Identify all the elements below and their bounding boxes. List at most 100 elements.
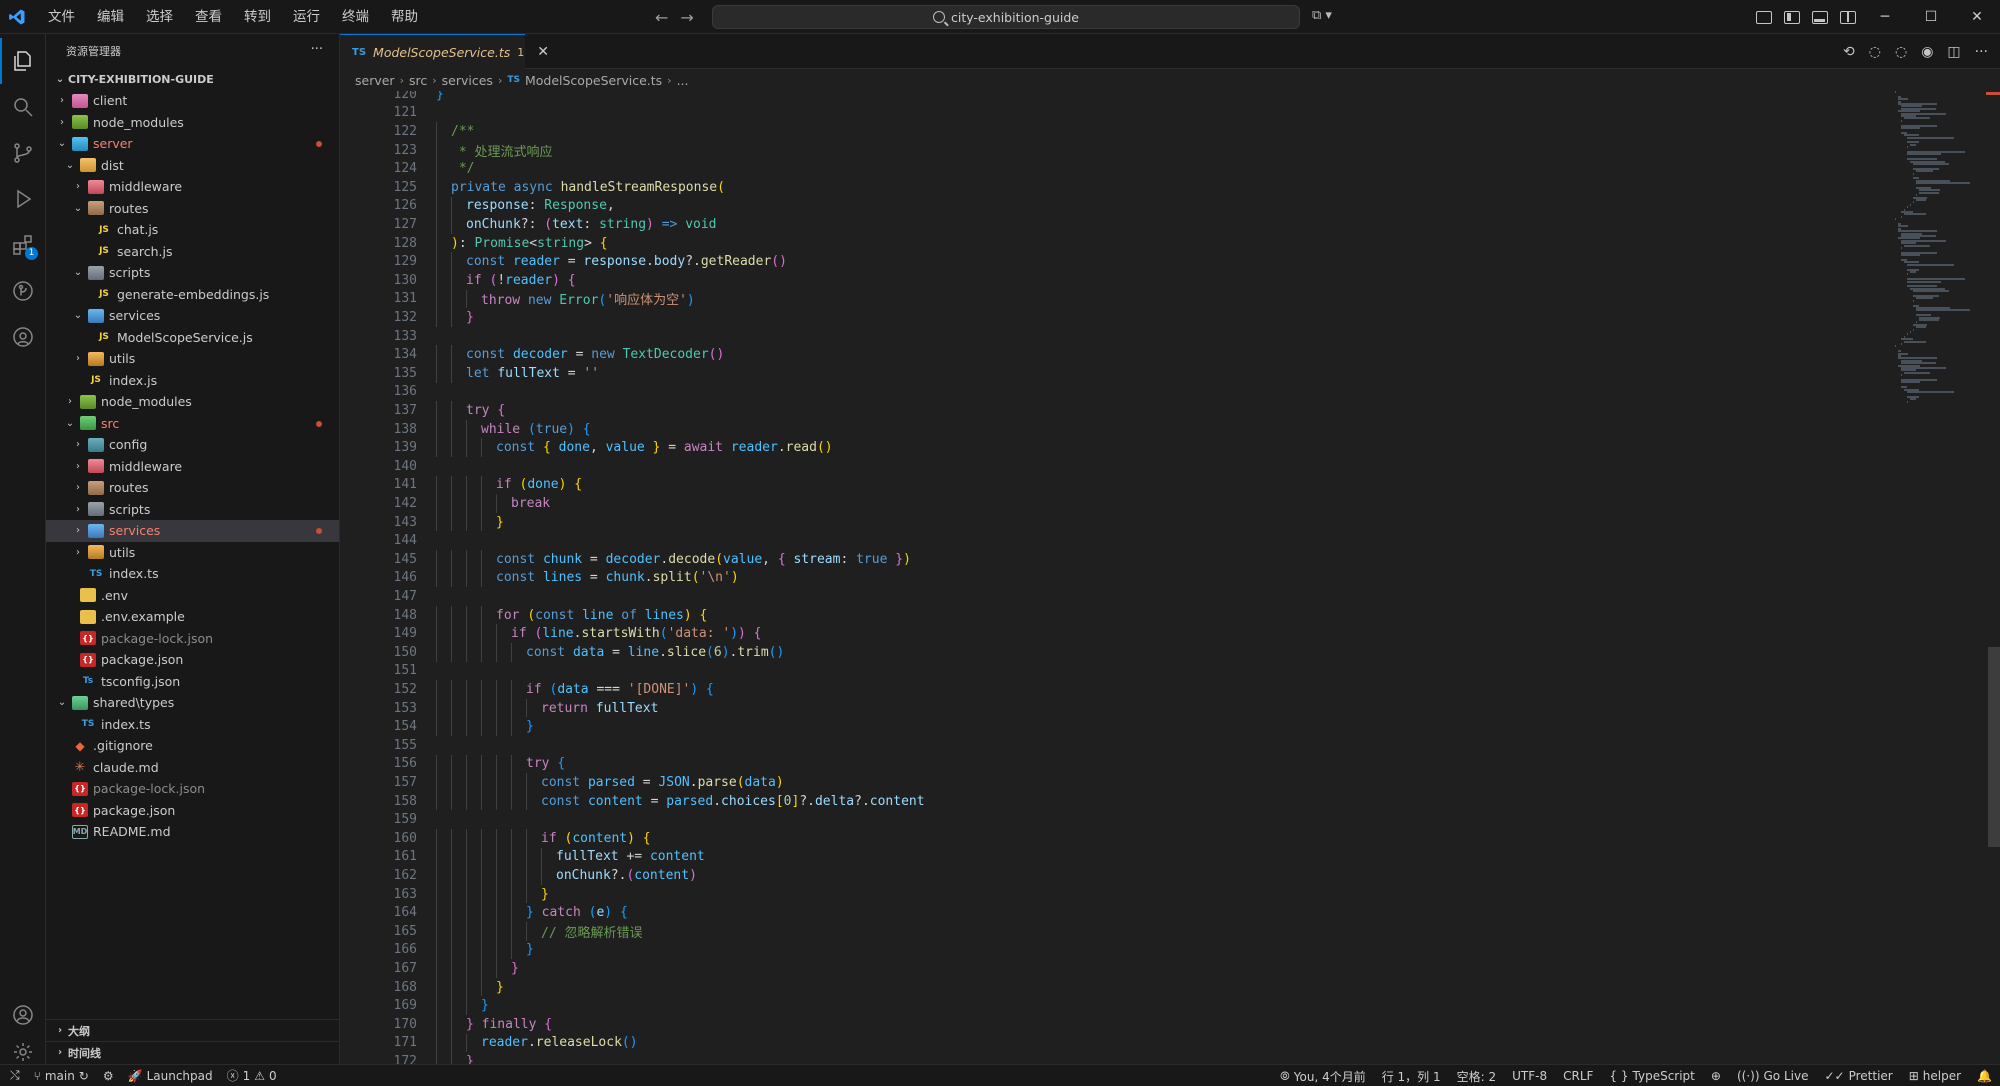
explorer-icon[interactable]: [0, 38, 46, 84]
code-line[interactable]: 127 onChunk?: (text: string) => void: [340, 215, 717, 234]
tree-folder[interactable]: ⌄ routes: [46, 198, 339, 220]
breadcrumb-item[interactable]: server: [355, 73, 395, 88]
toggle-primary-sidebar-icon[interactable]: [1784, 10, 1800, 24]
forward-arrow-icon[interactable]: →: [680, 8, 693, 27]
maximize-icon[interactable]: ☐: [1908, 0, 1954, 34]
minimize-icon[interactable]: ─: [1862, 0, 1908, 34]
tree-file[interactable]: .env: [46, 585, 339, 607]
code-line[interactable]: 169}: [340, 996, 489, 1015]
code-line[interactable]: 128): Promise<string> {: [340, 233, 608, 253]
language-mode[interactable]: { } TypeScript: [1609, 1069, 1694, 1083]
code-line[interactable]: 144: [340, 531, 417, 550]
tree-file[interactable]: JS search.js: [46, 241, 339, 263]
code-line[interactable]: 120}: [340, 91, 444, 104]
launchpad-item[interactable]: 🚀 Launchpad: [128, 1069, 213, 1083]
menu-item[interactable]: 转到: [234, 0, 281, 34]
code-line[interactable]: 162 onChunk?.(content): [340, 866, 697, 885]
tree-folder[interactable]: › node_modules: [46, 391, 339, 413]
tree-folder[interactable]: › middleware: [46, 456, 339, 478]
menu-item[interactable]: 编辑: [87, 0, 134, 34]
tree-file[interactable]: MD README.md: [46, 821, 339, 843]
code-line[interactable]: 166}: [340, 940, 534, 960]
tree-folder[interactable]: › utils: [46, 542, 339, 564]
remote-indicator-icon[interactable]: ⤭: [10, 1068, 20, 1083]
code-line[interactable]: 167}: [340, 959, 519, 978]
tree-folder[interactable]: ⌄ dist: [46, 155, 339, 177]
code-line[interactable]: 157 const parsed = JSON.parse(data): [340, 773, 784, 792]
breadcrumb-file[interactable]: ModelScopeService.ts: [525, 73, 662, 88]
close-window-icon[interactable]: ✕: [1954, 0, 2000, 34]
cursor-position[interactable]: 行 1，列 1: [1382, 1068, 1441, 1085]
gitlens-graph-icon[interactable]: ⚙: [103, 1069, 114, 1083]
code-line[interactable]: 172}: [340, 1052, 474, 1064]
tree-folder[interactable]: › node_modules: [46, 112, 339, 134]
code-line[interactable]: 165 // 忽略解析错误: [340, 922, 642, 941]
notifications-bell-icon[interactable]: 🔔: [1977, 1069, 1992, 1083]
encoding[interactable]: UTF-8: [1512, 1069, 1547, 1083]
code-line[interactable]: 146 const lines = chunk.split('\n'): [340, 568, 739, 588]
go-live-item[interactable]: ((·)) Go Live: [1737, 1069, 1809, 1083]
run-debug-icon[interactable]: [0, 176, 46, 222]
code-line[interactable]: 161 fullText += content: [340, 847, 705, 867]
code-line[interactable]: 137 try {: [340, 401, 505, 420]
accounts-icon[interactable]: [0, 992, 46, 1038]
tree-file[interactable]: TS index.ts: [46, 714, 339, 736]
code-line[interactable]: 156 try {: [340, 754, 565, 774]
tree-file[interactable]: JS ModelScopeService.js: [46, 327, 339, 349]
code-line[interactable]: 123 * 处理流式响应: [340, 140, 552, 160]
problems-indicator[interactable]: ⓧ 1 ⚠ 0: [227, 1067, 277, 1084]
end-of-line[interactable]: CRLF: [1563, 1069, 1593, 1083]
tree-file[interactable]: JS index.js: [46, 370, 339, 392]
tree-file[interactable]: Ts tsconfig.json: [46, 671, 339, 693]
tree-folder[interactable]: › services: [46, 520, 339, 542]
tree-folder[interactable]: › routes: [46, 477, 339, 499]
workspace-root[interactable]: ⌄ CITY-EXHIBITION-GUIDE: [46, 68, 339, 90]
tab-modelscopeservice[interactable]: TS ModelScopeService.ts 1 ✕: [340, 34, 549, 69]
tree-folder[interactable]: ⌄ server: [46, 133, 339, 155]
code-line[interactable]: 145 const chunk = decoder.decode(value, {…: [340, 550, 911, 569]
source-control-icon[interactable]: [0, 130, 46, 176]
breadcrumb-item[interactable]: services: [442, 73, 493, 88]
tree-folder[interactable]: ⌄ services: [46, 305, 339, 327]
code-line[interactable]: 151: [340, 662, 417, 681]
code-line[interactable]: 164} catch (e) {: [340, 903, 628, 922]
split-editor-icon[interactable]: ◫: [1947, 44, 1960, 60]
code-line[interactable]: 171 reader.releaseLock(): [340, 1033, 638, 1053]
tree-file[interactable]: {} package.json: [46, 800, 339, 822]
code-line[interactable]: 126 response: Response,: [340, 196, 615, 216]
code-line[interactable]: 136: [340, 383, 417, 402]
code-line[interactable]: 140: [340, 457, 417, 476]
code-line[interactable]: 138 while (true) {: [340, 419, 591, 439]
command-center-search[interactable]: city-exhibition-guide: [712, 5, 1300, 29]
manage-gear-icon[interactable]: [0, 1040, 46, 1064]
menu-item[interactable]: 帮助: [381, 0, 428, 34]
timeline-section[interactable]: › 时间线: [46, 1041, 340, 1063]
code-line[interactable]: 132}: [340, 308, 474, 327]
tree-folder[interactable]: › utils: [46, 348, 339, 370]
breadcrumb-item[interactable]: src: [409, 73, 427, 88]
code-line[interactable]: 160 if (content) {: [340, 829, 651, 848]
code-line[interactable]: 147: [340, 587, 417, 606]
tree-folder[interactable]: › client: [46, 90, 339, 112]
minimap[interactable]: [1893, 91, 1989, 411]
tree-file[interactable]: JS chat.js: [46, 219, 339, 241]
code-line[interactable]: 153 return fullText: [340, 698, 658, 718]
customize-layout-icon[interactable]: [1756, 10, 1772, 24]
menu-item[interactable]: 文件: [38, 0, 85, 34]
code-line[interactable]: 143}: [340, 512, 504, 532]
menu-item[interactable]: 选择: [136, 0, 183, 34]
tree-file[interactable]: ◆ .gitignore: [46, 735, 339, 757]
copilot-icon[interactable]: ⧉ ▾: [1312, 8, 1332, 23]
tree-folder[interactable]: › scripts: [46, 499, 339, 521]
code-line[interactable]: 148 for (const line of lines) {: [340, 605, 707, 625]
editor-more-icon[interactable]: ···: [1975, 44, 1988, 60]
extensions-icon[interactable]: 1: [0, 222, 46, 268]
code-line[interactable]: 150 const data = line.slice(6).trim(): [340, 643, 784, 662]
tree-folder[interactable]: ⌄ shared\types: [46, 692, 339, 714]
code-line[interactable]: 141 if (done) {: [340, 475, 582, 495]
code-line[interactable]: 130 if (!reader) {: [340, 271, 576, 290]
tree-file[interactable]: {} package-lock.json: [46, 778, 339, 800]
code-line[interactable]: 158 const content = parsed.choices[0]?.de…: [340, 791, 925, 811]
code-line[interactable]: 135 let fullText = '': [340, 364, 599, 383]
code-line[interactable]: 124 */: [340, 159, 474, 178]
